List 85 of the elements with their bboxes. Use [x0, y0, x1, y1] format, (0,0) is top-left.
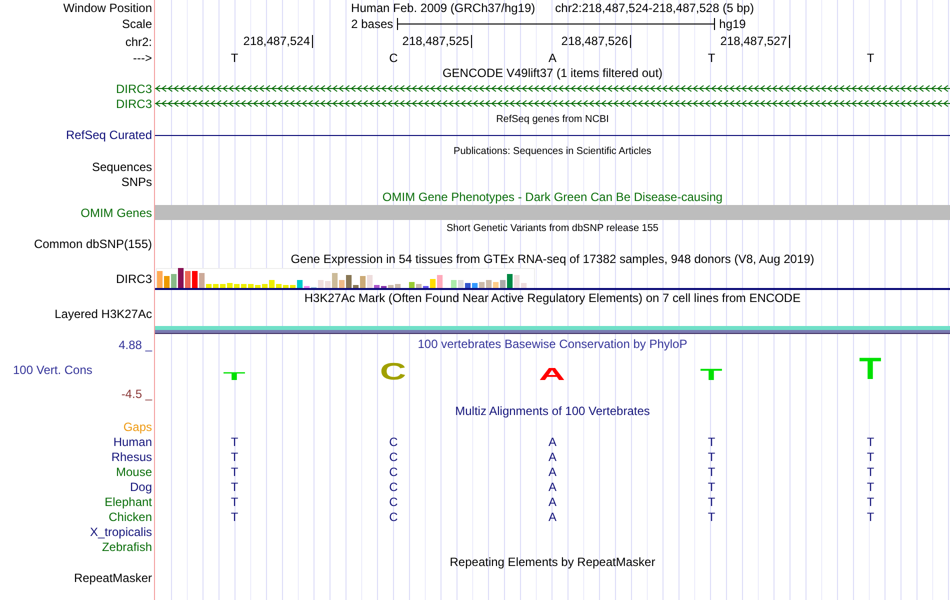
track-label[interactable]: Common dbSNP(155) — [34, 236, 152, 250]
logo-letter: C — [380, 362, 407, 381]
base-letter: T — [706, 494, 716, 508]
base-letter: A — [547, 494, 558, 508]
track-label[interactable]: X_tropicalis — [90, 524, 152, 538]
track-label[interactable]: Chicken — [108, 510, 152, 524]
assembly-label: hg19 — [719, 17, 746, 31]
track-label[interactable]: RefSeq Curated — [66, 128, 152, 142]
base-letter: T — [706, 510, 716, 524]
base-letter: A — [547, 464, 558, 478]
track-label[interactable]: Mouse — [116, 464, 152, 478]
base-letter: T — [706, 50, 716, 64]
track-title: OMIM Gene Phenotypes - Dark Green Can Be Disease-causing — [382, 190, 723, 204]
base-letter: T — [866, 494, 876, 508]
base-letter: C — [388, 50, 399, 64]
track-label[interactable]: Zebrafish — [102, 540, 152, 554]
track-title: Gene Expression in 54 tissues from GTEx RNA-seq of 17382 samples, 948 donors (V8, Aug 2019) — [290, 252, 814, 266]
axis-max-label: 4.88 _ — [118, 338, 152, 352]
base-letter: C — [388, 510, 399, 524]
base-letter: C — [388, 494, 399, 508]
base-letter: T — [230, 510, 240, 524]
base-letter: C — [388, 464, 399, 478]
track-title: 100 vertebrates Basewise Conservation by PhyloP — [418, 337, 688, 351]
track-title: RefSeq genes from NCBI — [496, 114, 609, 124]
axis-min-label: -4.5 _ — [120, 387, 152, 401]
track-title: Publications: Sequences in Scientific Articles — [454, 146, 652, 156]
coordinate-label: 218,487,525 — [402, 35, 472, 48]
track-title: Short Genetic Variants from dbSNP release 155 — [446, 222, 658, 234]
track-title: Repeating Elements by RepeatMasker — [450, 555, 656, 569]
track-label[interactable]: Layered H3K27Ac — [54, 307, 152, 321]
logo-letter: T — [223, 372, 246, 381]
base-letter: T — [230, 464, 240, 478]
base-letter: T — [866, 450, 876, 464]
base-letter: T — [866, 510, 876, 524]
track-label[interactable]: Dog — [130, 480, 152, 494]
logo-letter: T — [859, 356, 882, 381]
coordinate-label: 218,487,526 — [561, 35, 631, 48]
gene-line[interactable] — [155, 134, 950, 136]
base-letter: A — [547, 480, 558, 494]
position-text: chr2:218,487,524-218,487,528 (5 bp) — [555, 0, 754, 14]
track-label[interactable]: DIRC3 — [116, 82, 152, 96]
track-label[interactable]: DIRC3 — [116, 96, 152, 110]
track-label[interactable]: Human — [113, 434, 152, 448]
coordinate-label: 218,487,524 — [243, 35, 313, 48]
signal-band[interactable] — [155, 326, 950, 334]
track-label[interactable]: Scale — [122, 17, 152, 31]
logo-letter: A — [539, 367, 566, 381]
base-letter: T — [706, 464, 716, 478]
track-label[interactable]: Rhesus — [111, 450, 152, 464]
track-title: GENCODE V49lift37 (1 items filtered out) — [442, 66, 663, 80]
base-letter: T — [230, 434, 240, 448]
track-label[interactable]: 100 Vert. Cons — [0, 362, 152, 376]
base-letter: T — [706, 434, 716, 448]
scale-span-label: 2 bases — [351, 17, 394, 31]
track-label[interactable]: Sequences — [92, 160, 152, 174]
base-letter: C — [388, 434, 399, 448]
track-title: H3K27Ac Mark (Often Found Near Active Regulatory Elements) on 7 cell lines from ENCODE — [304, 291, 801, 305]
track-label[interactable]: chr2: — [125, 34, 152, 48]
base-letter: T — [706, 480, 716, 494]
base-letter: A — [547, 450, 558, 464]
track-label[interactable]: ---> — [133, 50, 152, 64]
track-label[interactable]: SNPs — [121, 174, 152, 188]
track-label[interactable]: OMIM Genes — [80, 206, 152, 220]
track-label[interactable]: RepeatMasker — [74, 570, 152, 584]
base-letter: T — [230, 494, 240, 508]
base-letter: C — [388, 450, 399, 464]
base-letter: T — [866, 434, 876, 448]
base-letter: T — [866, 464, 876, 478]
coordinate-label: 218,487,527 — [720, 35, 790, 48]
base-letter: T — [866, 480, 876, 494]
track-label[interactable]: Window Position — [63, 0, 152, 14]
track-title: Multiz Alignments of 100 Vertebrates — [455, 404, 650, 418]
base-letter: T — [230, 480, 240, 494]
track-label[interactable]: DIRC3 — [116, 272, 152, 286]
logo-letter: T — [700, 368, 723, 381]
base-letter: T — [230, 450, 240, 464]
track-label[interactable]: Elephant — [104, 494, 152, 508]
base-letter: C — [388, 480, 399, 494]
base-letter: T — [706, 450, 716, 464]
base-letter: T — [230, 50, 240, 64]
base-letter: T — [866, 50, 876, 64]
base-letter: A — [547, 50, 558, 64]
position-text: Human Feb. 2009 (GRCh37/hg19) — [351, 0, 536, 14]
base-letter: A — [547, 434, 558, 448]
base-letter: A — [547, 510, 558, 524]
